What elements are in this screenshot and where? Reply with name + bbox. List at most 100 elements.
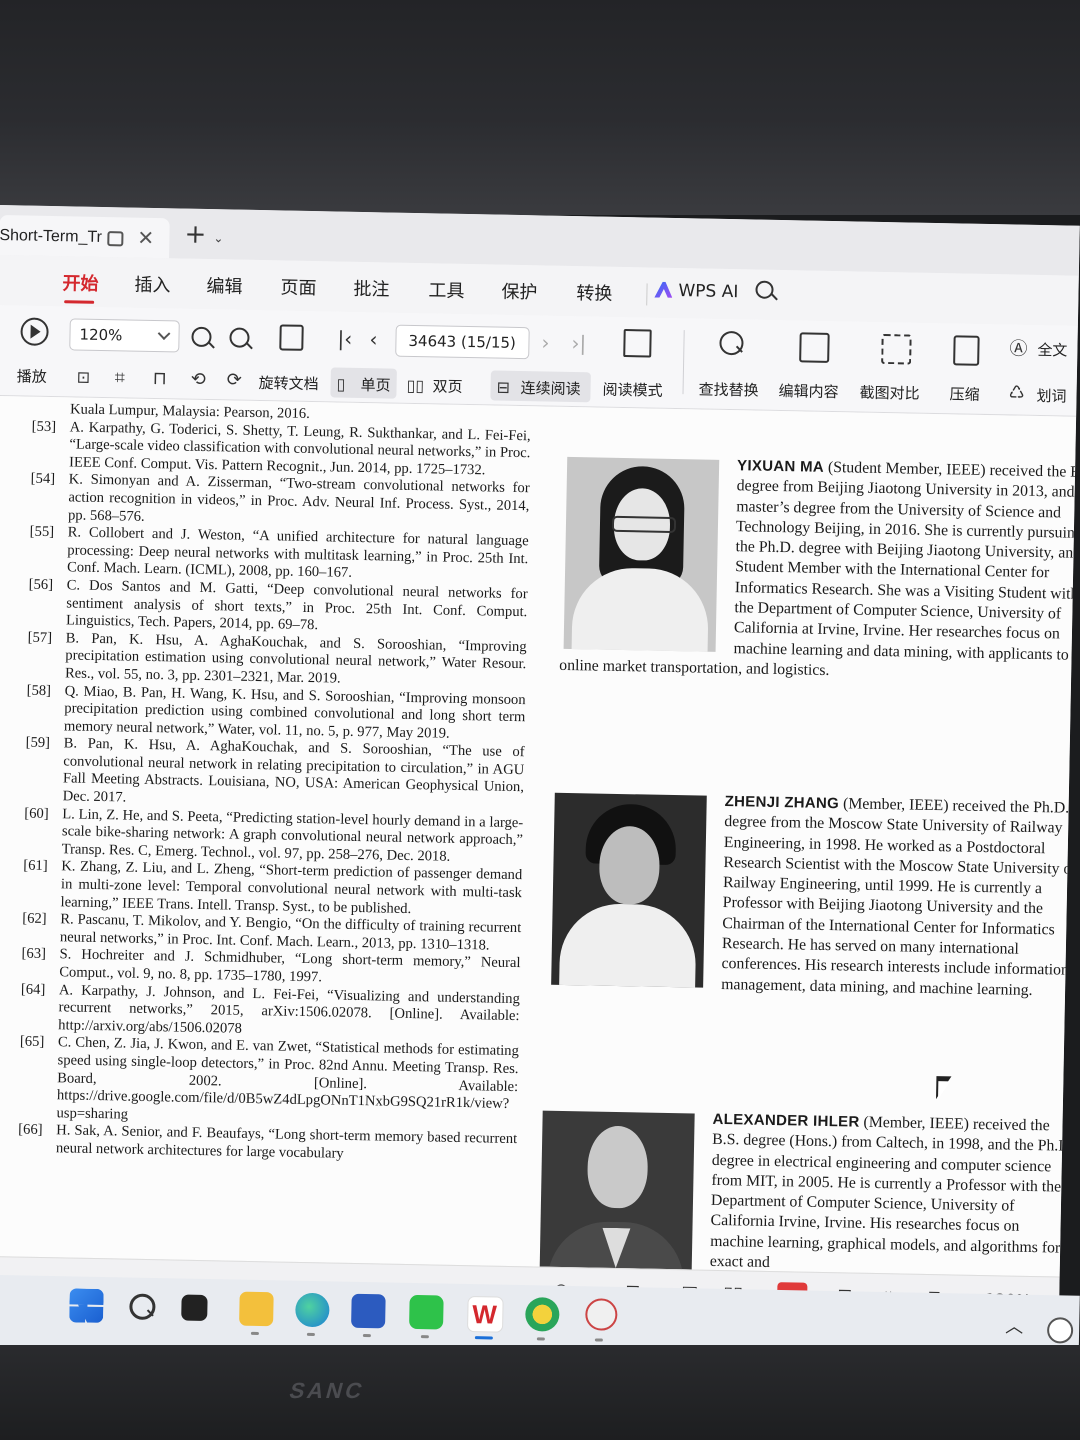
double-page-icon[interactable]: ▯▯: [406, 375, 424, 397]
reference-number: [54]: [30, 471, 56, 488]
running-indicator: [420, 1335, 429, 1339]
cloud-sync-icon: [107, 231, 124, 247]
document-tab-title: Short-Term_Tr: [0, 226, 103, 246]
zoom-select[interactable]: 120%: [69, 318, 180, 353]
edit-content-label[interactable]: 编辑内容: [778, 380, 838, 402]
menu-page[interactable]: 页面: [280, 273, 316, 300]
wps-ai-label: WPS AI: [678, 281, 739, 303]
first-page-icon[interactable]: |‹: [337, 327, 352, 351]
menu-annotate[interactable]: 批注: [353, 275, 389, 302]
reference-item: [64] A. Karpathy, J. Johnson, and L. Fei-…: [14, 981, 520, 1043]
author-bio-alexander-ihler: ALEXANDER IHLER (Member, IEEE) received …: [535, 1107, 1076, 1277]
word-lookup-icon[interactable]: ♺: [1008, 382, 1025, 404]
fit-height-icon[interactable]: ⊓: [152, 368, 166, 390]
running-indicator: [362, 1333, 371, 1338]
continuous-reading-icon: ⊟: [496, 377, 511, 397]
running-indicator: [306, 1332, 315, 1337]
reference-text: B. Pan, K. Hsu, A. AghaKouchak, and S. S…: [62, 735, 525, 806]
reference-text: A. Karpathy, G. Toderici, S. Shetty, T. …: [68, 418, 531, 479]
edit-content-icon[interactable]: [799, 332, 830, 363]
taskbar-search-icon[interactable]: [129, 1293, 156, 1320]
document-page[interactable]: Kuala Lumpur, Malaysia: Pearson, 2016. [5…: [0, 395, 1077, 1277]
menu-tools[interactable]: 工具: [428, 276, 464, 303]
author-bio-zhenji-zhang: ZHENJI ZHANG (Member, IEEE) received the…: [547, 789, 1076, 1002]
author-photo-yixuan-ma: [563, 456, 720, 652]
next-page-icon[interactable]: ›: [541, 330, 549, 354]
menu-insert[interactable]: 插入: [134, 271, 170, 298]
chevron-down-icon: [157, 327, 171, 341]
reference-number: [66]: [18, 1121, 43, 1139]
reference-item: [56] C. Dos Santos and M. Gatti, “Deep co…: [22, 576, 528, 638]
reference-text: C. Dos Santos and M. Gatti, “Deep convol…: [65, 577, 528, 634]
reference-text: B. Pan, K. Hsu, A. AghaKouchak, and S. S…: [64, 630, 527, 687]
page-number-input[interactable]: 34643 (15/15): [395, 324, 530, 360]
menu-edit[interactable]: 编辑: [206, 272, 242, 299]
reference-text: K. Simonyan and A. Zisserman, “Two-strea…: [67, 471, 530, 525]
menu-start[interactable]: 开始: [62, 269, 98, 296]
store-icon[interactable]: [351, 1293, 386, 1329]
wps-ai-button[interactable]: WPS AI: [654, 281, 739, 303]
reference-item: [57] B. Pan, K. Hsu, A. AghaKouchak, and …: [21, 629, 527, 691]
monitor-brand-logo: SANC: [286, 1378, 368, 1403]
wps-ai-logo-icon: [654, 282, 672, 298]
reference-text: C. Chen, Z. Jia, J. Kwon, and E. van Zwe…: [56, 1034, 519, 1123]
play-label[interactable]: 播放: [17, 365, 47, 387]
reference-number: [60]: [24, 805, 49, 822]
find-replace-label[interactable]: 查找替换: [698, 378, 758, 400]
rotate-left-icon[interactable]: ⟲: [190, 369, 205, 391]
running-indicator: [536, 1337, 545, 1341]
wechat-icon[interactable]: [409, 1294, 444, 1330]
reading-mode-label[interactable]: 阅读模式: [602, 379, 662, 401]
monitor-bezel-top: [0, 0, 1080, 215]
zoom-in-icon[interactable]: [229, 327, 250, 348]
screenshot-compare-label[interactable]: 截图对比: [859, 382, 919, 404]
full-text-translate-label[interactable]: 全文: [1037, 339, 1067, 361]
search-icon[interactable]: [755, 280, 774, 299]
author-bio-yixuan-ma: YIXUAN MA (Student Member, IEEE) receive…: [559, 453, 1076, 687]
task-view-icon[interactable]: [181, 1294, 208, 1321]
tray-chevron-up-icon[interactable]: ︿: [1005, 1316, 1023, 1338]
play-icon[interactable]: [20, 317, 49, 346]
start-icon[interactable]: [69, 1288, 104, 1323]
tray-app-icon[interactable]: [1046, 1317, 1074, 1344]
file-explorer-icon[interactable]: [239, 1291, 274, 1327]
word-lookup-label[interactable]: 划词: [1036, 385, 1066, 407]
zoom-out-icon[interactable]: [191, 326, 212, 348]
close-tab-icon[interactable]: ✕: [137, 226, 154, 250]
last-page-icon[interactable]: ›|: [571, 331, 586, 355]
reference-text: R. Collobert and J. Weston, “A unified a…: [66, 524, 529, 582]
reference-item: [55] R. Collobert and J. Weston, “A unifi…: [23, 524, 529, 586]
zoom-value: 120%: [79, 325, 123, 345]
new-tab-button[interactable]: +: [184, 220, 206, 250]
sdk-icon[interactable]: [585, 1298, 618, 1331]
compress-label[interactable]: 压缩: [949, 383, 979, 405]
screenshot-compare-icon[interactable]: [881, 333, 912, 365]
prev-page-icon[interactable]: ‹: [369, 327, 377, 351]
rotate-right-icon[interactable]: ⟳: [226, 369, 241, 391]
edge-icon[interactable]: [295, 1292, 330, 1328]
reference-item: [54] K. Simonyan and A. Zisserman, “Two-s…: [24, 471, 530, 533]
new-tab-dropdown-icon[interactable]: ⌄: [213, 231, 223, 245]
wps-icon[interactable]: W: [466, 1295, 504, 1333]
compress-icon[interactable]: [953, 335, 980, 366]
double-page-label[interactable]: 双页: [432, 375, 462, 397]
reference-number: [61]: [23, 858, 48, 875]
menu-convert[interactable]: 转换: [576, 279, 612, 306]
fit-page-icon[interactable]: [279, 324, 304, 351]
reading-mode-icon[interactable]: [623, 328, 652, 358]
running-indicator: [250, 1331, 259, 1335]
document-tab[interactable]: Short-Term_Tr ✕: [0, 214, 170, 259]
fit-width-icon[interactable]: ⌗: [114, 367, 126, 389]
menu-protect[interactable]: 保护: [501, 278, 537, 305]
reference-number: [65]: [19, 1033, 45, 1051]
app-window: Short-Term_Tr ✕ + ⌄ 开始 插入 编辑 页面 批注 工具 保护…: [0, 205, 1080, 1351]
app-icon[interactable]: [525, 1297, 560, 1332]
actual-size-icon[interactable]: ⊡: [76, 367, 91, 389]
running-indicator: [594, 1338, 603, 1342]
reference-text: Q. Miao, B. Pan, H. Wang, K. Hsu, and S.…: [63, 682, 526, 742]
full-text-translate-icon[interactable]: Ⓐ: [1009, 338, 1027, 360]
reference-item: [59] B. Pan, K. Hsu, A. AghaKouchak, and …: [18, 735, 525, 815]
active-app-indicator: [474, 1336, 493, 1340]
rotate-document-label[interactable]: 旋转文档: [258, 372, 318, 394]
find-replace-icon[interactable]: [719, 330, 744, 356]
